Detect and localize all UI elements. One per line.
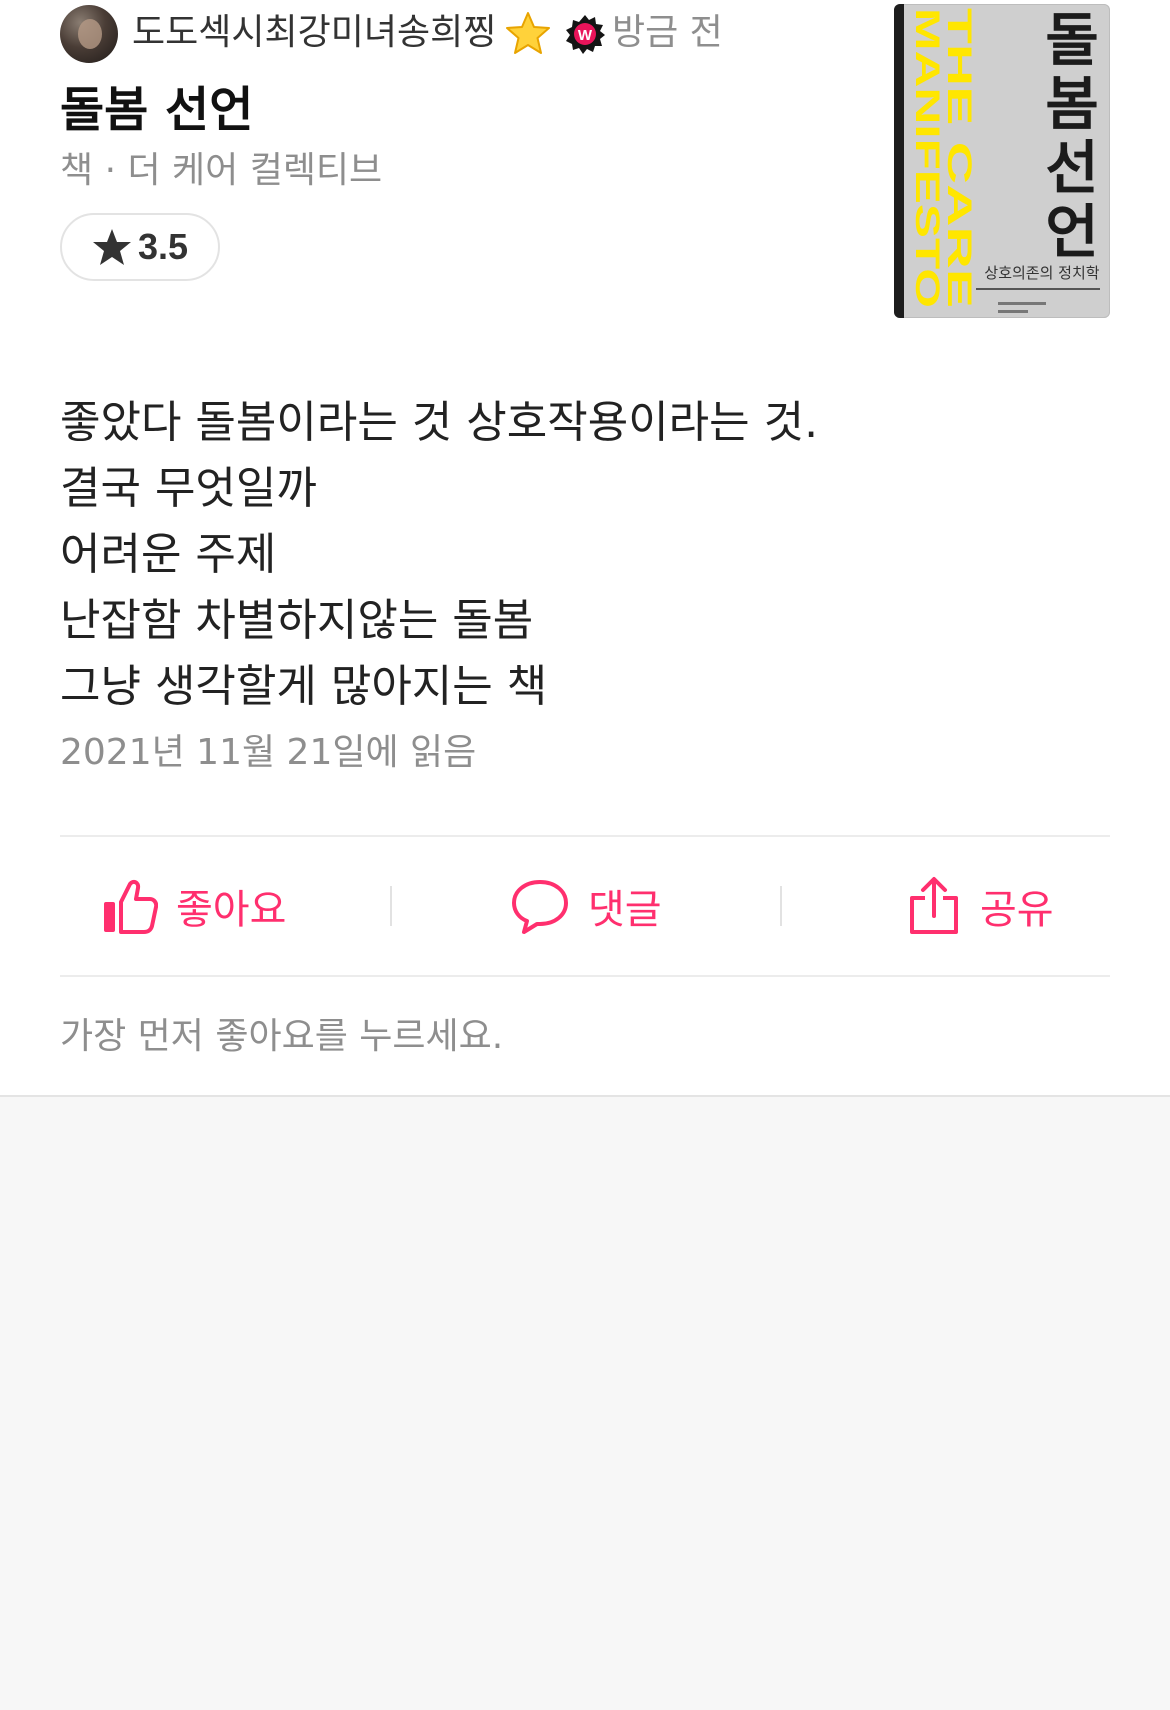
cover-spine bbox=[894, 4, 904, 318]
star-badge-icon bbox=[506, 12, 550, 54]
like-prompt: 가장 먼저 좋아요를 누르세요. bbox=[60, 1016, 504, 1057]
like-button[interactable]: 좋아요 bbox=[102, 837, 286, 975]
share-label: 공유 bbox=[980, 887, 1054, 933]
share-button[interactable]: 공유 bbox=[906, 837, 1054, 975]
cover-subtitle: 상호의존의 정치학 bbox=[984, 264, 1100, 282]
speech-bubble-icon bbox=[512, 880, 568, 934]
review-line: 그냥 생각할게 많아지는 책 bbox=[60, 661, 548, 712]
read-date: 2021년 11월 21일에 읽음 bbox=[60, 732, 477, 773]
like-label: 좋아요 bbox=[176, 887, 287, 933]
rating-value: 3.5 bbox=[137, 226, 189, 267]
review-text: 좋았다 돌봄이라는 것 상호작용이라는 것. 결국 무엇일까 어려운 주제 난잡… bbox=[60, 390, 818, 720]
cover-korean-title: 돌봄선언 bbox=[1045, 6, 1099, 266]
watcha-badge-letter: W bbox=[578, 27, 593, 44]
divider bbox=[60, 975, 1110, 977]
action-bar: 좋아요 댓글 공유 bbox=[60, 837, 1110, 975]
review-line: 결국 무엇일까 bbox=[60, 463, 317, 514]
cover-rule bbox=[976, 288, 1100, 290]
cover-english-title: THE CARE MANIFESTO bbox=[908, 8, 978, 308]
review-line: 난잡함 차별하지않는 돌봄 bbox=[60, 595, 534, 646]
review-line: 좋았다 돌봄이라는 것 상호작용이라는 것. bbox=[60, 397, 819, 448]
user-name[interactable]: 도도섹시최강미녀송희찡 bbox=[132, 8, 496, 58]
action-separator bbox=[390, 886, 392, 926]
review-line: 어려운 주제 bbox=[60, 529, 277, 580]
book-cover[interactable]: THE CARE MANIFESTO 돌봄선언 상호의존의 정치학 bbox=[894, 4, 1110, 318]
action-separator bbox=[780, 886, 782, 926]
comment-label: 댓글 bbox=[588, 887, 662, 933]
cover-title-line-2: MANIFESTO bbox=[908, 8, 946, 308]
avatar[interactable] bbox=[60, 5, 118, 63]
star-icon bbox=[92, 229, 131, 265]
review-card: 도도섹시최강미녀송희찡 W 방금 전 돌봄 선언 책 · 더 케어 컬렉티브 3… bbox=[0, 0, 1170, 1097]
book-title[interactable]: 돌봄 선언 bbox=[60, 78, 253, 142]
watcha-badge-icon: W bbox=[566, 15, 605, 54]
book-meta: 책 · 더 케어 컬렉티브 bbox=[60, 150, 383, 191]
comment-button[interactable]: 댓글 bbox=[510, 837, 662, 975]
share-icon bbox=[910, 877, 958, 934]
cover-translator-line bbox=[998, 310, 1028, 313]
cover-author-line bbox=[998, 302, 1046, 305]
time-ago: 방금 전 bbox=[612, 12, 723, 53]
thumbs-up-icon bbox=[104, 879, 158, 934]
rating-badge: 3.5 bbox=[60, 213, 220, 281]
avatar-face bbox=[78, 19, 102, 49]
